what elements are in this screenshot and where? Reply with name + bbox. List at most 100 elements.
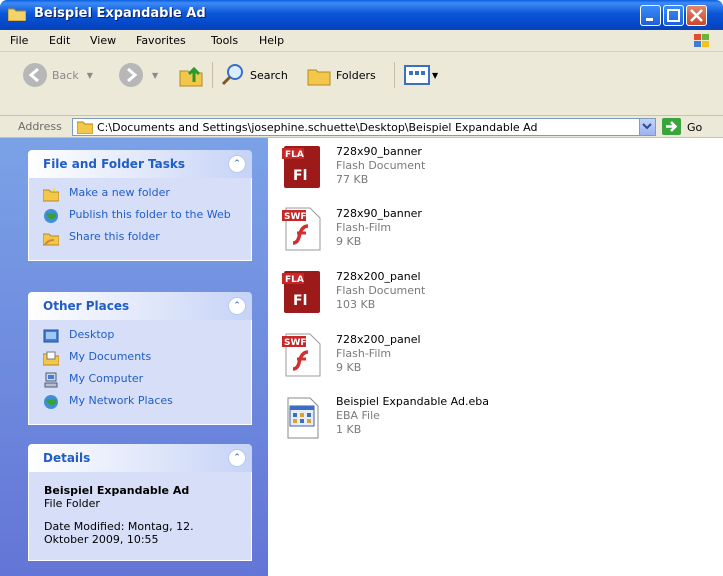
eba-file-icon (287, 397, 319, 439)
svg-text:SWF: SWF (284, 212, 307, 222)
close-icon (690, 9, 703, 22)
place-my-computer[interactable]: My Computer (43, 372, 241, 388)
views-dropdown-icon: ▼ (432, 70, 439, 80)
file-name: 728x200_panel (336, 333, 421, 346)
network-places-icon (44, 395, 58, 409)
other-places-panel: Other Places ⌃ Desktop My Documents My C… (28, 292, 252, 425)
task-share-folder[interactable]: Share this folder (43, 230, 241, 246)
folder-icon (8, 8, 26, 21)
folders-button[interactable]: Folders (306, 62, 376, 88)
file-item[interactable]: Beispiel Expandable Ad.eba EBA File 1 KB (278, 388, 578, 448)
task-publish-folder[interactable]: Publish this folder to the Web (43, 208, 241, 224)
window-title: Beispiel Expandable Ad (34, 6, 206, 21)
collapse-icon[interactable]: ⌃ (228, 297, 246, 315)
file-size: 1 KB (336, 423, 362, 436)
folders-icon (307, 69, 331, 86)
svg-text:Fl: Fl (293, 293, 307, 309)
place-network[interactable]: My Network Places (43, 394, 241, 410)
minimize-icon (646, 18, 653, 21)
svg-text:FLA: FLA (285, 275, 304, 285)
address-input[interactable]: C:\Documents and Settings\josephine.schu… (72, 118, 656, 136)
panel-header[interactable]: Other Places ⌃ (28, 292, 252, 320)
fla-file-icon: FLA Fl (282, 146, 320, 188)
search-icon (221, 64, 243, 86)
address-dropdown-button[interactable] (639, 119, 655, 135)
minimize-button[interactable] (640, 5, 661, 26)
task-make-new-folder[interactable]: Make a new folder (43, 186, 241, 202)
menu-edit[interactable]: Edit (49, 34, 70, 47)
views-icon (404, 65, 430, 85)
file-type: Flash-Film (336, 347, 392, 360)
place-desktop[interactable]: Desktop (43, 328, 241, 344)
file-type: EBA File (336, 409, 380, 422)
details-panel: Details ⌃ Beispiel Expandable Ad File Fo… (28, 444, 252, 561)
file-type: Flash-Film (336, 221, 392, 234)
windows-logo-icon (694, 34, 709, 47)
chevron-down-icon (642, 123, 652, 130)
go-button[interactable]: Go (662, 118, 702, 136)
back-label: Back (52, 68, 79, 82)
back-button[interactable]: Back ▼ (22, 62, 93, 88)
file-size: 77 KB (336, 173, 369, 186)
close-button[interactable] (686, 5, 707, 26)
up-folder-button[interactable] (178, 62, 204, 88)
file-item[interactable]: FLA Fl 728x200_panel Flash Document 103 … (278, 263, 578, 323)
my-documents-icon (43, 351, 59, 366)
menu-file[interactable]: File (10, 34, 28, 47)
forward-arrow-icon (119, 63, 143, 87)
forward-dropdown-icon[interactable]: ▼ (152, 71, 158, 80)
title-bar[interactable]: Beispiel Expandable Ad (0, 0, 723, 30)
collapse-icon[interactable]: ⌃ (228, 449, 246, 467)
file-item[interactable]: FLA Fl 728x90_banner Flash Document 77 K… (278, 138, 578, 198)
file-name: Beispiel Expandable Ad.eba (336, 395, 489, 408)
toolbar-separator (212, 62, 213, 88)
file-size: 9 KB (336, 235, 362, 248)
details-modified: Date Modified: Montag, 12. Oktober 2009,… (44, 520, 194, 546)
file-name: 728x90_banner (336, 145, 422, 158)
menu-tools[interactable]: Tools (211, 34, 238, 47)
task-pane: File and Folder Tasks ⌃ Make a new folde… (0, 138, 268, 576)
toolbar: Back ▼ ▼ Search Folders ▼ (0, 52, 723, 116)
go-label: Go (687, 120, 703, 134)
fla-file-icon: FLA Fl (282, 271, 320, 313)
panel-title: Other Places (43, 299, 130, 313)
back-arrow-icon (23, 63, 47, 87)
svg-text:SWF: SWF (284, 338, 307, 348)
folders-label: Folders (336, 68, 376, 82)
file-size: 103 KB (336, 298, 376, 311)
forward-button[interactable]: ▼ (118, 62, 158, 88)
publish-web-icon (44, 209, 58, 223)
file-item[interactable]: SWF 728x90_banner Flash-Film 9 KB (278, 200, 578, 260)
maximize-button[interactable] (663, 5, 684, 26)
svg-text:FLA: FLA (285, 150, 304, 160)
address-bar: Address C:\Documents and Settings\joseph… (0, 116, 723, 138)
file-type: Flash Document (336, 284, 426, 297)
menu-help[interactable]: Help (259, 34, 284, 47)
panel-header[interactable]: Details ⌃ (28, 444, 252, 472)
swf-file-icon: SWF (282, 207, 321, 251)
search-label: Search (250, 68, 288, 82)
my-computer-icon (44, 372, 58, 388)
back-dropdown-icon[interactable]: ▼ (87, 71, 93, 80)
address-path: C:\Documents and Settings\josephine.schu… (97, 121, 538, 134)
views-button[interactable]: ▼ (404, 62, 438, 88)
collapse-icon[interactable]: ⌃ (228, 155, 246, 173)
file-size: 9 KB (336, 361, 362, 374)
swf-file-icon: SWF (282, 333, 321, 377)
toolbar-separator (394, 62, 395, 88)
maximize-icon (667, 9, 680, 22)
menu-favorites[interactable]: Favorites (136, 34, 186, 47)
panel-title: Details (43, 451, 91, 465)
file-name: 728x90_banner (336, 207, 422, 220)
place-my-documents[interactable]: My Documents (43, 350, 241, 366)
file-item[interactable]: SWF 728x200_panel Flash-Film 9 KB (278, 326, 578, 386)
search-button[interactable]: Search (220, 62, 288, 88)
file-list: FLA Fl 728x90_banner Flash Document 77 K… (268, 138, 723, 576)
file-type: Flash Document (336, 159, 426, 172)
details-type: File Folder (44, 497, 100, 510)
menu-view[interactable]: View (90, 34, 116, 47)
panel-header[interactable]: File and Folder Tasks ⌃ (28, 150, 252, 178)
share-folder-icon (43, 233, 59, 246)
desktop-icon (43, 329, 59, 343)
file-name: 728x200_panel (336, 270, 421, 283)
